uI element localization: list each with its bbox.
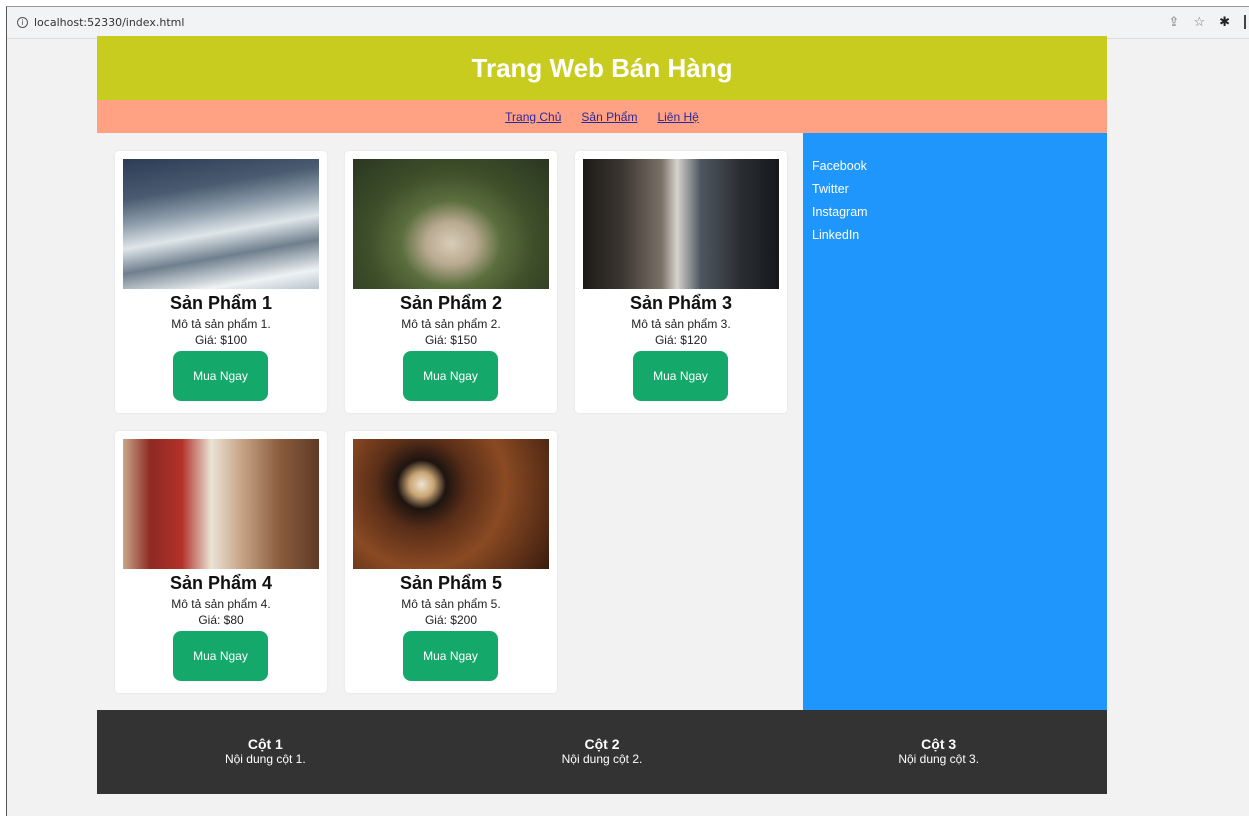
product-card: Sản Phẩm 3 Mô tả sản phẩm 3. Giá: $120 M… bbox=[575, 151, 787, 413]
sidebar-link-instagram[interactable]: Instagram bbox=[812, 205, 1098, 219]
toolbar-divider bbox=[1244, 15, 1246, 29]
nav-home-link[interactable]: Trang Chủ bbox=[505, 110, 561, 124]
product-card: Sản Phẩm 1 Mô tả sản phẩm 1. Giá: $100 M… bbox=[115, 151, 327, 413]
product-image-coffee-bar bbox=[583, 159, 779, 289]
product-title: Sản Phẩm 4 bbox=[169, 573, 273, 593]
extension-icon[interactable]: ✱ bbox=[1219, 14, 1230, 30]
info-icon[interactable]: i bbox=[17, 17, 28, 28]
product-card: Sản Phẩm 5 Mô tả sản phẩm 5. Giá: $200 M… bbox=[345, 431, 557, 693]
product-price: Giá: $80 bbox=[198, 613, 244, 627]
buy-now-button[interactable]: Mua Ngay bbox=[403, 351, 498, 401]
product-title: Sản Phẩm 1 bbox=[169, 293, 273, 313]
sidebar-link-linkedin[interactable]: LinkedIn bbox=[812, 228, 1098, 242]
footer-column: Cột 1 Nội dung cột 1. bbox=[97, 710, 434, 794]
url-field[interactable]: i localhost:52330/index.html bbox=[17, 16, 184, 29]
footer-column-title: Cột 1 bbox=[247, 736, 283, 752]
product-title: Sản Phẩm 5 bbox=[399, 573, 503, 593]
product-price: Giá: $120 bbox=[654, 333, 708, 347]
site-footer: Cột 1 Nội dung cột 1. Cột 2 Nội dung cột… bbox=[97, 710, 1107, 794]
product-card: Sản Phẩm 2 Mô tả sản phẩm 2. Giá: $150 M… bbox=[345, 151, 557, 413]
footer-column-content: Nội dung cột 2. bbox=[561, 752, 643, 766]
site-header: Trang Web Bán Hàng bbox=[97, 36, 1107, 100]
product-description: Mô tả sản phẩm 1. bbox=[171, 317, 271, 331]
footer-column: Cột 2 Nội dung cột 2. bbox=[434, 710, 771, 794]
product-price: Giá: $150 bbox=[424, 333, 478, 347]
content-area: Sản Phẩm 1 Mô tả sản phẩm 1. Giá: $100 M… bbox=[97, 133, 1107, 710]
buy-now-button[interactable]: Mua Ngay bbox=[633, 351, 728, 401]
sidebar-link-facebook[interactable]: Facebook bbox=[812, 159, 1098, 173]
page: Trang Web Bán Hàng Trang Chủ Sản Phẩm Li… bbox=[97, 36, 1107, 794]
footer-column: Cột 3 Nội dung cột 3. bbox=[770, 710, 1107, 794]
product-title: Sản Phẩm 3 bbox=[629, 293, 733, 313]
product-image-mountains bbox=[123, 159, 319, 289]
buy-now-button[interactable]: Mua Ngay bbox=[403, 631, 498, 681]
product-description: Mô tả sản phẩm 5. bbox=[401, 597, 501, 611]
product-grid: Sản Phẩm 1 Mô tả sản phẩm 1. Giá: $100 M… bbox=[97, 133, 803, 710]
product-image-pug bbox=[353, 159, 549, 289]
product-description: Mô tả sản phẩm 2. bbox=[401, 317, 501, 331]
buy-now-button[interactable]: Mua Ngay bbox=[173, 351, 268, 401]
url-text: localhost:52330/index.html bbox=[34, 16, 185, 29]
main-nav: Trang Chủ Sản Phẩm Liên Hệ bbox=[97, 100, 1107, 133]
site-title: Trang Web Bán Hàng bbox=[471, 52, 733, 83]
product-description: Mô tả sản phẩm 3. bbox=[631, 317, 731, 331]
product-image-latte bbox=[353, 439, 549, 569]
footer-column-title: Cột 2 bbox=[584, 736, 620, 752]
product-card: Sản Phẩm 4 Mô tả sản phẩm 4. Giá: $80 Mu… bbox=[115, 431, 327, 693]
footer-column-content: Nội dung cột 3. bbox=[898, 752, 980, 766]
footer-column-title: Cột 3 bbox=[921, 736, 957, 752]
address-bar[interactable]: i localhost:52330/index.html ⇪ ☆ ✱ bbox=[7, 7, 1249, 39]
nav-products-link[interactable]: Sản Phẩm bbox=[581, 110, 637, 124]
product-description: Mô tả sản phẩm 4. bbox=[171, 597, 271, 611]
footer-column-content: Nội dung cột 1. bbox=[224, 752, 306, 766]
browser-actions: ⇪ ☆ ✱ bbox=[1169, 14, 1246, 30]
sidebar-link-twitter[interactable]: Twitter bbox=[812, 182, 1098, 196]
star-icon[interactable]: ☆ bbox=[1193, 14, 1205, 30]
share-icon[interactable]: ⇪ bbox=[1169, 14, 1180, 30]
product-image-mug bbox=[123, 439, 319, 569]
product-price: Giá: $200 bbox=[424, 613, 478, 627]
product-title: Sản Phẩm 2 bbox=[399, 293, 503, 313]
social-sidebar: Facebook Twitter Instagram LinkedIn bbox=[803, 133, 1107, 710]
nav-contact-link[interactable]: Liên Hệ bbox=[657, 110, 698, 124]
buy-now-button[interactable]: Mua Ngay bbox=[173, 631, 268, 681]
product-price: Giá: $100 bbox=[194, 333, 248, 347]
